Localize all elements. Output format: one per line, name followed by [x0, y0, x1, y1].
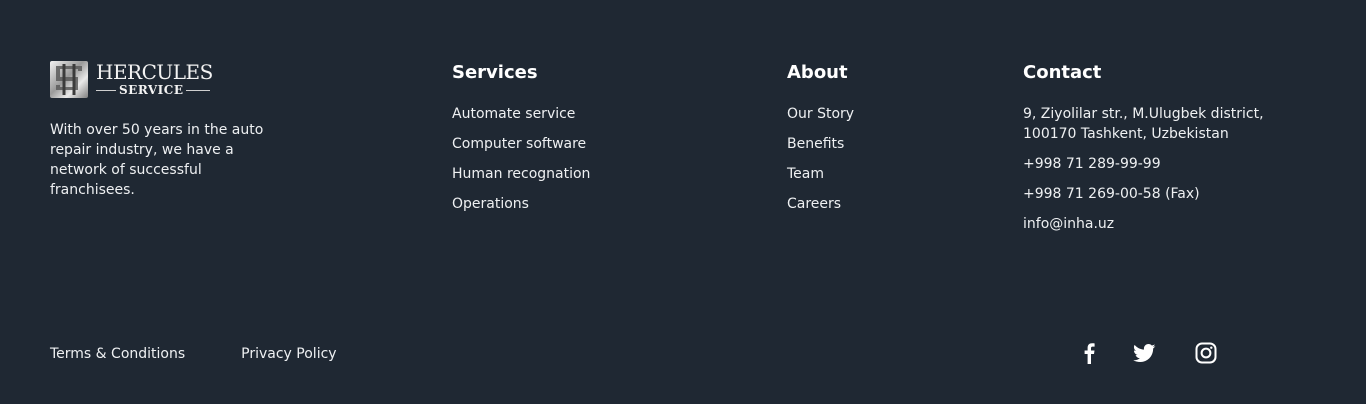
about-link-benefits[interactable]: Benefits — [787, 134, 854, 154]
contact-address: 9, Ziyolilar str., M.Ulugbek district, 1… — [1023, 106, 1264, 142]
contact-list: 9, Ziyolilar str., M.Ulugbek district, 1… — [1023, 104, 1283, 234]
contact-fax[interactable]: +998 71 269-00-58 (Fax) — [1023, 184, 1283, 204]
instagram-icon[interactable] — [1194, 341, 1218, 365]
services-list: Automate service Computer software Human… — [452, 104, 590, 214]
social-links — [1077, 341, 1218, 365]
logo-title: HERCULES — [96, 60, 213, 84]
terms-link[interactable]: Terms & Conditions — [50, 344, 185, 364]
contact-column: Contact 9, Ziyolilar str., M.Ulugbek dis… — [1023, 60, 1283, 244]
logo[interactable]: HERCULES SERVICE — [50, 60, 290, 98]
facebook-icon[interactable] — [1077, 341, 1101, 365]
about-heading: About — [787, 62, 848, 83]
site-footer: HERCULES SERVICE With over 50 years in t… — [0, 0, 1366, 404]
logo-rule-left — [96, 89, 116, 91]
legal-links: Terms & Conditions Privacy Policy — [50, 344, 337, 364]
privacy-policy-link[interactable]: Privacy Policy — [241, 344, 336, 364]
logo-subtitle-row: SERVICE — [96, 84, 213, 96]
about-link-careers[interactable]: Careers — [787, 194, 854, 214]
brand-description: With over 50 years in the auto repair in… — [50, 122, 264, 198]
contact-phone[interactable]: +998 71 289-99-99 — [1023, 154, 1283, 174]
about-column: About Our Story Benefits Team Careers — [787, 60, 854, 224]
services-link-human-recognation[interactable]: Human recognation — [452, 164, 590, 184]
footer-brand: HERCULES SERVICE With over 50 years in t… — [50, 60, 290, 200]
contact-heading: Contact — [1023, 62, 1102, 83]
about-link-our-story[interactable]: Our Story — [787, 104, 854, 124]
services-heading: Services — [452, 62, 538, 83]
twitter-icon[interactable] — [1132, 341, 1156, 365]
services-link-automate[interactable]: Automate service — [452, 104, 590, 124]
about-list: Our Story Benefits Team Careers — [787, 104, 854, 214]
contact-email[interactable]: info@inha.uz — [1023, 214, 1283, 234]
about-link-team[interactable]: Team — [787, 164, 854, 184]
services-column: Services Automate service Computer softw… — [452, 60, 590, 224]
logo-mark-icon — [50, 60, 88, 98]
logo-text: HERCULES SERVICE — [96, 62, 213, 96]
logo-subtitle: SERVICE — [119, 83, 184, 97]
logo-rule-right — [186, 89, 211, 91]
services-link-computer-software[interactable]: Computer software — [452, 134, 590, 154]
services-link-operations[interactable]: Operations — [452, 194, 590, 214]
